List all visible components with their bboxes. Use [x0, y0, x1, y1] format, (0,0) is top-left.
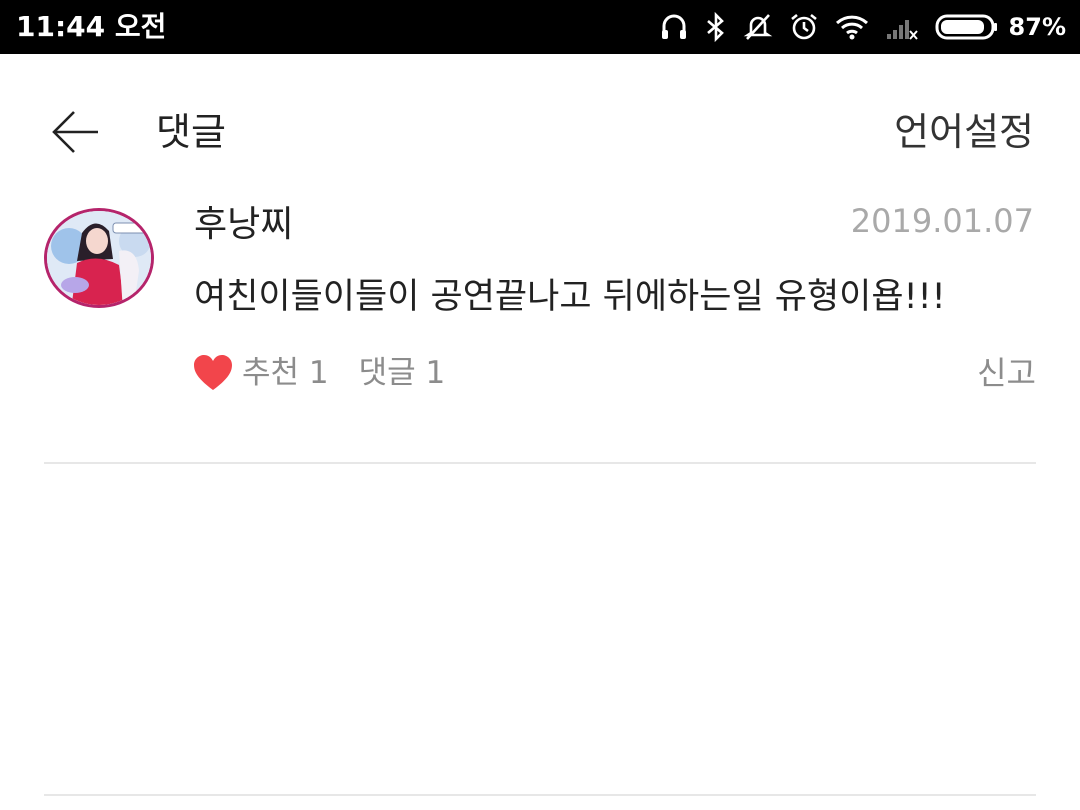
- reply-count[interactable]: 댓글 1: [359, 348, 446, 398]
- comment-actions: 추천 1 댓글 1: [192, 348, 445, 398]
- status-bar: 11:44 오전 87%: [0, 0, 1080, 54]
- arrow-left-icon: [52, 111, 98, 153]
- comment-username[interactable]: 후낭찌: [194, 200, 293, 250]
- bluetooth-icon: [705, 12, 727, 42]
- battery-icon: [935, 12, 999, 42]
- page-title: 댓글: [156, 110, 226, 154]
- back-button[interactable]: [50, 106, 102, 158]
- wifi-icon: [835, 12, 869, 42]
- avatar[interactable]: [44, 208, 154, 308]
- language-settings-button[interactable]: 언어설정: [894, 106, 1034, 158]
- comment-date: 2019.01.07: [850, 202, 1034, 240]
- headset-icon: [659, 12, 689, 42]
- report-button[interactable]: 신고: [977, 348, 1036, 398]
- alarm-icon: [789, 12, 819, 42]
- divider: [44, 794, 1036, 796]
- status-icons: 87%: [643, 8, 1066, 46]
- signal-icon: [885, 12, 919, 42]
- comment-text: 여친이들이들이 공연끝나고 뒤에하는일 유형이욥!!!: [194, 277, 946, 317]
- heart-icon[interactable]: [192, 353, 234, 393]
- battery-percent: 87%: [1008, 13, 1066, 41]
- header: 댓글 언어설정: [0, 54, 1080, 210]
- like-count[interactable]: 추천 1: [242, 348, 329, 398]
- status-time: 11:44 오전: [16, 10, 167, 43]
- silent-icon: [743, 12, 773, 42]
- divider: [44, 462, 1036, 464]
